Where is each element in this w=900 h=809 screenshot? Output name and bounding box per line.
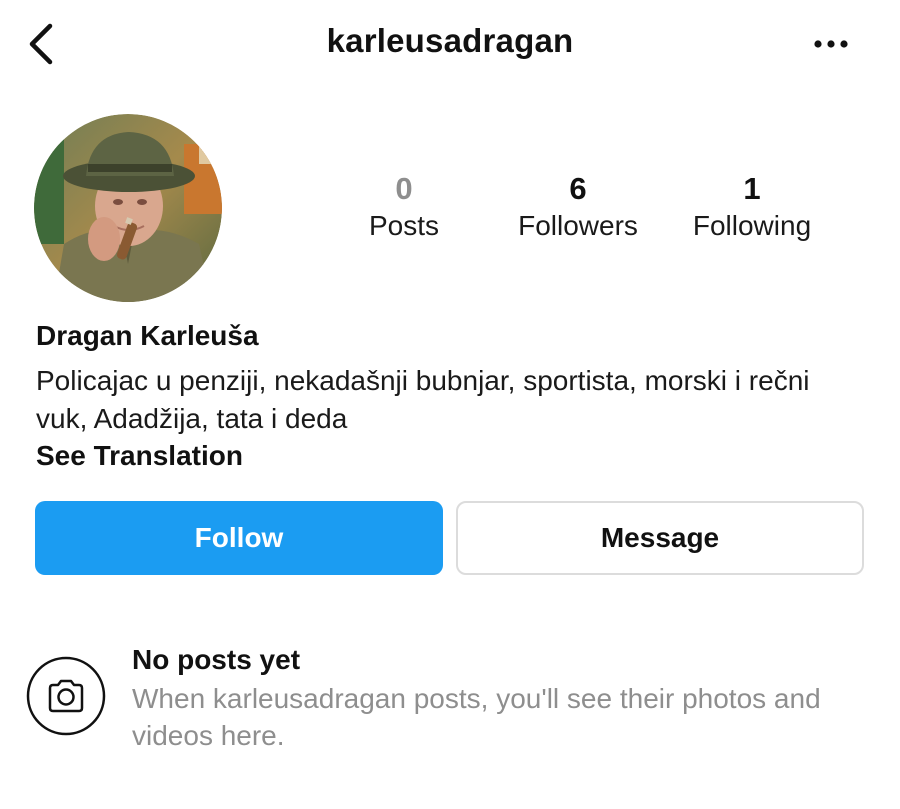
- more-horizontal-icon[interactable]: [812, 36, 850, 52]
- display-name: Dragan Karleuša: [36, 320, 259, 351]
- posts-count-label: Posts: [368, 210, 440, 241]
- posts-count-value: 0: [395, 171, 413, 206]
- followers-count-label: Followers: [518, 210, 638, 241]
- top-bar: karleusadragan: [0, 0, 900, 90]
- message-button[interactable]: Message: [456, 501, 864, 575]
- follow-button[interactable]: Follow: [35, 501, 443, 575]
- bio-text: Policajac u penziji, nekadašnji bubnjar,…: [36, 365, 810, 434]
- see-translation-link[interactable]: See Translation: [36, 440, 243, 472]
- avatar[interactable]: [34, 114, 222, 302]
- username-title: karleusadragan: [326, 22, 574, 59]
- following-count[interactable]: 1 Following: [680, 170, 824, 244]
- followers-count-value: 6: [569, 171, 587, 206]
- following-count-value: 1: [743, 171, 761, 206]
- camera-icon: [26, 656, 106, 736]
- posts-count[interactable]: 0 Posts: [354, 170, 454, 244]
- profile-page: karleusadragan 0 Posts 6 Followers 1 Fol…: [0, 0, 900, 809]
- followers-count[interactable]: 6 Followers: [500, 170, 656, 244]
- empty-state-text: When karleusadragan posts, you'll see th…: [132, 683, 821, 751]
- empty-state-title: No posts yet: [132, 644, 301, 675]
- following-count-label: Following: [692, 210, 812, 241]
